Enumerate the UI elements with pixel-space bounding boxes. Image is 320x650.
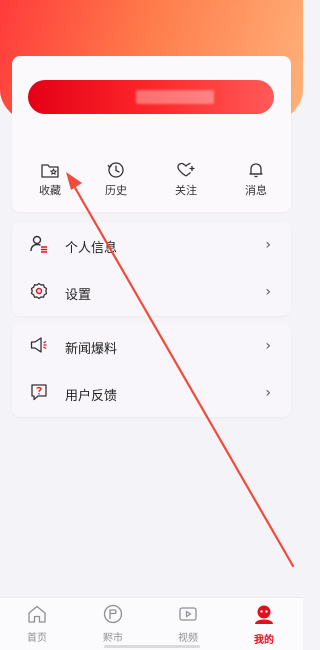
annotation-arrow — [66, 172, 295, 568]
tab-video[interactable]: 视频 — [164, 604, 212, 644]
profile-avatar-icon — [255, 605, 273, 624]
home-indicator — [104, 645, 200, 648]
tab-me[interactable]: 我的 — [240, 604, 288, 646]
tab-label: 赆市 — [103, 633, 123, 644]
tab-label: 我的 — [254, 635, 274, 646]
tab-home[interactable]: 首页 — [13, 604, 61, 644]
market-icon — [103, 604, 123, 624]
video-icon — [179, 607, 197, 621]
bottom-tab-bar: 首页 赆市 视频 我的 — [0, 597, 303, 650]
tab-label: 视频 — [178, 633, 198, 644]
tab-label: 首页 — [27, 633, 47, 644]
home-icon — [28, 605, 46, 623]
tab-market[interactable]: 赆市 — [89, 604, 137, 644]
